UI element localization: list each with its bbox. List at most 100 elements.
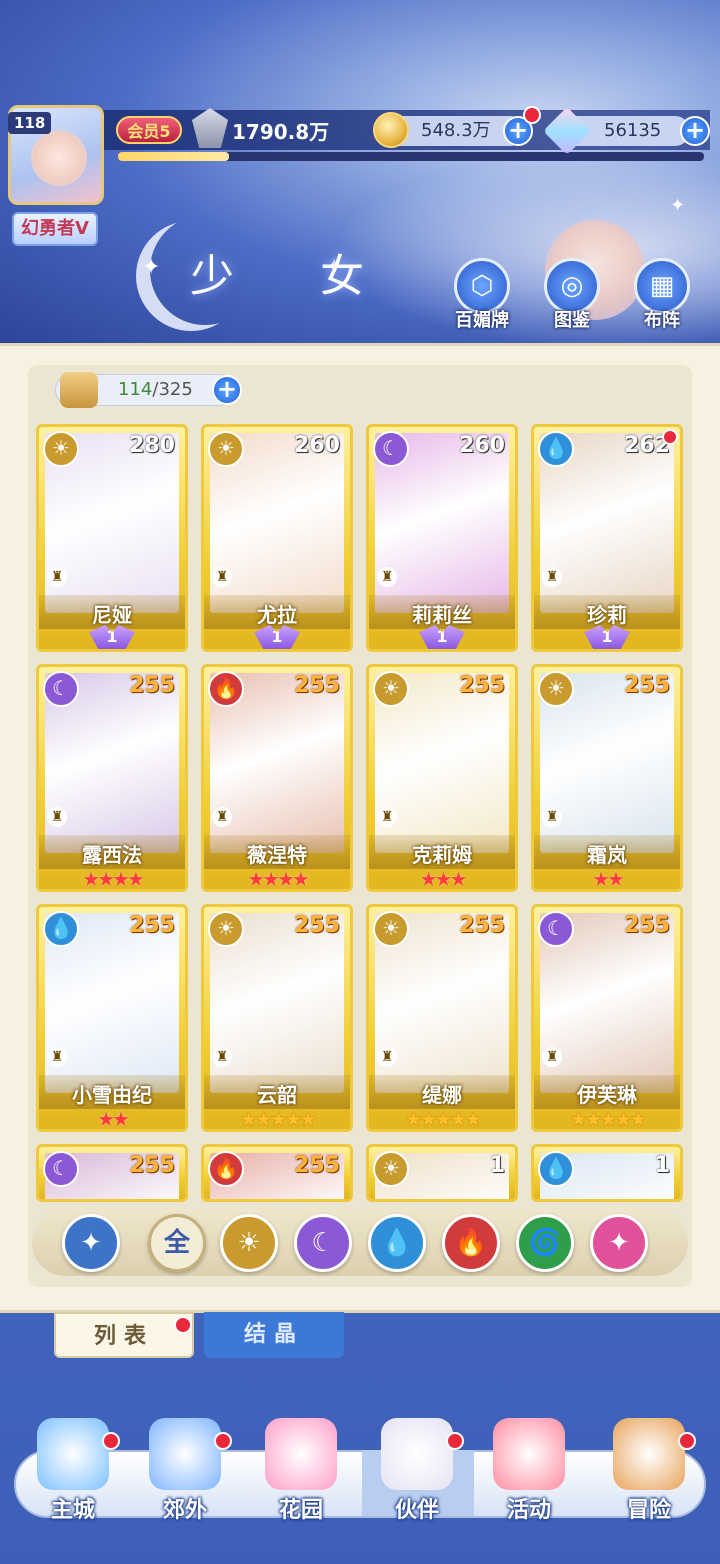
nav-compass-button[interactable]: 冒险: [594, 1418, 704, 1523]
filter-water-button[interactable]: 💧: [368, 1214, 426, 1272]
character-level: 260: [459, 433, 505, 458]
character-level: 280: [129, 433, 175, 458]
chess-piece-icon: ♜: [542, 567, 562, 587]
menu-label: 图鉴: [554, 310, 590, 331]
chess-piece-icon: ♜: [542, 807, 562, 827]
filter-fire-button[interactable]: 🔥: [442, 1214, 500, 1272]
chess-piece-icon: ♜: [212, 1047, 232, 1067]
gift-icon: [493, 1418, 565, 1490]
chess-piece-icon: ♜: [47, 1047, 67, 1067]
chess-piece-icon: ♜: [542, 1047, 562, 1067]
character-card[interactable]: ☾ 260 ♜ 莉莉丝 1: [366, 424, 518, 652]
tab-crystal-label: 结晶: [243, 1322, 304, 1347]
page-title: 少 女: [190, 251, 400, 302]
chess-piece-icon: ♜: [377, 807, 397, 827]
character-level: 1: [489, 1153, 505, 1178]
character-card[interactable]: ☀ 255 ♜ 云韶 ★★★★★: [201, 904, 353, 1132]
character-card[interactable]: ☾ 255 ♜ 伊芙琳 ★★★★★: [531, 904, 683, 1132]
nav-label: 伙伴: [394, 1498, 439, 1523]
menu-label: 布阵: [644, 310, 680, 331]
nav-label: 主城: [50, 1498, 95, 1523]
filter-moon-button[interactable]: ☾: [294, 1214, 352, 1272]
character-name: 莉莉丝: [412, 603, 472, 627]
filter-star-button[interactable]: ✦: [590, 1214, 648, 1272]
star-rating: ★★: [592, 867, 625, 891]
star-rating: ★★★★★: [239, 1107, 318, 1131]
exp-bar: [118, 152, 704, 161]
character-name: 露西法: [82, 843, 142, 867]
nav-portal-button[interactable]: 郊外: [130, 1418, 240, 1523]
filter-type-toggle-button[interactable]: ✦: [62, 1214, 120, 1272]
notification-dot: [523, 106, 541, 124]
chess-piece-icon: ♜: [212, 807, 232, 827]
avatar-face: [31, 130, 87, 186]
character-level: 255: [624, 673, 670, 698]
water-element-icon: 💧: [538, 431, 574, 467]
nav-castle-button[interactable]: 主城: [18, 1418, 128, 1523]
menu-label: 百媚牌: [455, 310, 509, 331]
add-gems-button[interactable]: +: [680, 116, 710, 146]
star-rating: ★★★★: [247, 867, 310, 891]
moon-element-icon: ☾: [43, 671, 79, 707]
character-card[interactable]: ☀ 280 ♜ 尼娅 1: [36, 424, 188, 652]
nav-label: 活动: [506, 1498, 551, 1523]
character-name: 小雪由纪: [72, 1083, 152, 1107]
character-card[interactable]: 🔥 255 ♜ 薇涅特 ★★★★: [201, 664, 353, 892]
character-card[interactable]: ☾ 255: [36, 1144, 188, 1202]
gold-value: 548.3万: [421, 120, 491, 141]
character-card[interactable]: ☀ 255 ♜ 克莉姆 ★★★: [366, 664, 518, 892]
nav-label: 冒险: [626, 1498, 671, 1523]
character-level: 1: [654, 1153, 670, 1178]
filter-sun-button[interactable]: ☀: [220, 1214, 278, 1272]
nav-label: 郊外: [162, 1498, 207, 1523]
expand-capacity-button[interactable]: +: [212, 375, 242, 405]
notification-dot: [214, 1432, 232, 1450]
character-card[interactable]: 💧 255 ♜ 小雪由纪 ★★: [36, 904, 188, 1132]
star-rating: ★★★★: [82, 867, 145, 891]
character-card[interactable]: 💧 262 ♜ 珍莉 1: [531, 424, 683, 652]
codex-button[interactable]: ◎ 图鉴: [537, 258, 607, 338]
character-card[interactable]: 💧 1: [531, 1144, 683, 1202]
nav-gift-button[interactable]: 活动: [474, 1418, 584, 1523]
exp-bar-fill: [118, 152, 230, 161]
collection-max: 325: [158, 379, 193, 400]
sun-element-icon: ☀: [373, 911, 409, 947]
character-card[interactable]: ☀ 260 ♜ 尤拉 1: [201, 424, 353, 652]
character-card[interactable]: ☀ 1: [366, 1144, 518, 1202]
moon-element-icon: ☾: [373, 431, 409, 467]
character-card[interactable]: 🔥 255: [201, 1144, 353, 1202]
character-card[interactable]: ☾ 255 ♜ 露西法 ★★★★: [36, 664, 188, 892]
fire-element-icon: 🔥: [208, 671, 244, 707]
water-element-icon: 💧: [43, 911, 79, 947]
character-level: 255: [294, 673, 340, 698]
collection-current: 114: [118, 379, 153, 400]
water-element-icon: 💧: [538, 1151, 574, 1187]
character-level: 255: [294, 1153, 340, 1178]
tab-crystal[interactable]: 结晶: [204, 1312, 344, 1358]
nav-partner-button[interactable]: 伙伴: [362, 1418, 472, 1523]
filter-wind-button[interactable]: 🌀: [516, 1214, 574, 1272]
character-card[interactable]: ☀ 255 ♜ 缇娜 ★★★★★: [366, 904, 518, 1132]
fire-element-icon: 🔥: [208, 1151, 244, 1187]
notification-dot: [662, 429, 678, 445]
moon-element-icon: ☾: [538, 911, 574, 947]
sun-element-icon: ☀: [373, 671, 409, 707]
filter-all-button[interactable]: 全: [148, 1214, 206, 1272]
vip-badge[interactable]: 会员5: [116, 116, 182, 144]
compass-icon: [613, 1418, 685, 1490]
character-name: 薇涅特: [247, 843, 307, 867]
notification-dot: [678, 1432, 696, 1450]
partner-icon: [381, 1418, 453, 1490]
formation-button[interactable]: ▦ 布阵: [627, 258, 697, 338]
character-name: 缇娜: [422, 1083, 462, 1107]
notification-dot: [174, 1316, 192, 1334]
portal-icon: [149, 1418, 221, 1490]
character-name: 尤拉: [257, 603, 297, 627]
chess-piece-icon: ♜: [377, 1047, 397, 1067]
character-card[interactable]: ☀ 255 ♜ 霜岚 ★★: [531, 664, 683, 892]
card-collection-button[interactable]: ⬡ 百媚牌: [447, 258, 517, 338]
chess-piece-icon: ♜: [377, 567, 397, 587]
character-level: 255: [129, 1153, 175, 1178]
tab-list[interactable]: 列表: [54, 1312, 194, 1358]
nav-heart-garden-button[interactable]: 花园: [246, 1418, 356, 1523]
